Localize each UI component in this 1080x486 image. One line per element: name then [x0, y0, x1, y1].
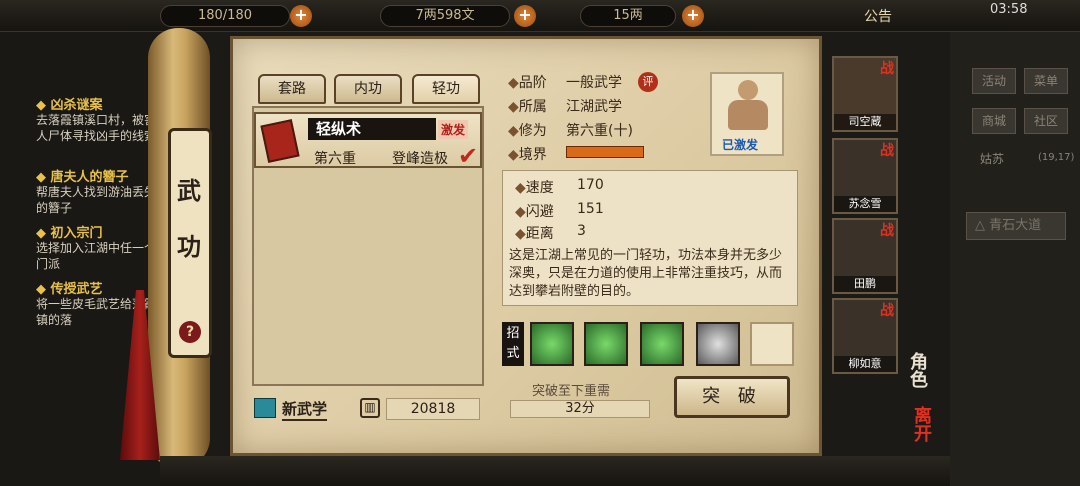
move-slot-2[interactable]	[584, 322, 628, 366]
add-money-button[interactable]: +	[514, 5, 536, 27]
move-slot-4[interactable]	[696, 322, 740, 366]
quest-title-1[interactable]: ◆ 凶杀谜案	[36, 94, 103, 113]
move-slot-1[interactable]	[530, 322, 574, 366]
quest-desc-2: 帮唐夫人找到游油丢失的簪子	[36, 185, 157, 215]
quest-desc-1: 去落霞镇溪口村，被害人尸体寻找凶手的线索	[36, 113, 157, 143]
quest-desc-3: 选择加入江湖中任一个门派	[36, 241, 157, 271]
role-button[interactable]: 角色	[904, 352, 930, 388]
speed-value: 170	[577, 177, 604, 193]
party-member-name: 柳如意	[834, 356, 896, 372]
skill-description: 这是江湖上常见的一门轻功，功法本身并无多少深奥，只是在力道的使用上非常注重技巧，…	[509, 248, 783, 299]
grade-label: ◆品阶	[508, 75, 547, 91]
breakthrough-need-value: 32分	[510, 400, 650, 418]
speed-label: ◆速度	[515, 180, 554, 196]
battle-tag: 战	[880, 143, 894, 159]
practice-value: 第六重(十)	[566, 123, 633, 139]
location-name: 姑苏	[980, 152, 1005, 166]
points-value: 20818	[386, 398, 480, 420]
stamina-display: 180/180	[160, 5, 290, 27]
shop-button[interactable]: 商城	[972, 108, 1016, 134]
party-member-name: 司空蔵	[834, 114, 896, 130]
review-badge[interactable]: 评	[638, 72, 658, 92]
gold-display: 15两	[580, 5, 676, 27]
quest-title-3[interactable]: ◆ 初入宗门	[36, 222, 103, 241]
help-button[interactable]: ?	[179, 321, 201, 343]
menu-button[interactable]: 菜单	[1024, 68, 1068, 94]
activated-label: 已激发	[722, 138, 759, 152]
realm-bar	[566, 146, 644, 158]
party-member-1[interactable]: 战 司空蔵	[832, 56, 898, 132]
dodge-value: 151	[577, 201, 604, 217]
bottom-nav-bar	[160, 456, 950, 486]
battle-tag: 战	[880, 303, 894, 319]
new-skill-link[interactable]: 新武学	[282, 398, 328, 421]
battle-tag: 战	[880, 61, 894, 77]
points-book-icon: ▥	[360, 398, 380, 418]
add-gold-button[interactable]: +	[682, 5, 704, 27]
notice-button[interactable]: 公告	[864, 6, 892, 26]
dodge-label: ◆闪避	[515, 204, 554, 220]
distance-label: ◆距离	[515, 226, 554, 242]
realm-label: ◆境界	[508, 147, 547, 163]
move-slot-5-empty[interactable]	[750, 322, 794, 366]
stats-box: ◆速度 170 ◆闪避 151 ◆距离 3 这是江湖上常见的一门轻功，功法本身并…	[502, 170, 798, 306]
practice-label: ◆修为	[508, 123, 547, 139]
book-icon	[260, 119, 300, 163]
activity-button[interactable]: 活动	[972, 68, 1016, 94]
tab-routine[interactable]: 套路	[258, 74, 326, 104]
party-member-3[interactable]: 战 田鹏	[832, 218, 898, 294]
activated-badge: 激发	[438, 120, 469, 139]
breakthrough-need-label: 突破至下重需	[532, 384, 611, 399]
skill-name: 轻纵术	[308, 118, 436, 140]
top-status-bar: 180/180 + 7两598文 + 15两 + 公告 03:58	[0, 0, 1080, 32]
move-slot-3[interactable]	[640, 322, 684, 366]
clock: 03:58	[990, 2, 1028, 17]
stance-portrait: 已激发	[710, 72, 784, 156]
stamina-value: 180/180	[197, 8, 252, 23]
tab-inner-skill[interactable]: 内功	[334, 74, 402, 104]
belong-value: 江湖武学	[566, 99, 622, 115]
gold-value: 15两	[613, 8, 643, 23]
figure-head-icon	[738, 80, 758, 100]
tab-light-skill[interactable]: 轻功	[412, 74, 480, 104]
quest-title-4[interactable]: ◆ 传授武艺	[36, 278, 103, 297]
moves-label: 招式	[502, 322, 524, 366]
belong-label: ◆所属	[508, 99, 547, 115]
skill-status: 登峰造极	[392, 151, 448, 167]
road-nav-item[interactable]: △ 青石大道	[966, 212, 1066, 240]
leave-button[interactable]: 离开	[908, 406, 934, 442]
skill-list-item[interactable]: 轻纵术 激发 第六重 登峰造极 ✔	[254, 112, 482, 170]
party-member-2[interactable]: 战 苏念雪	[832, 138, 898, 214]
distance-value: 3	[577, 223, 586, 239]
grade-value: 一般武学	[566, 75, 622, 91]
skill-level: 第六重	[314, 151, 356, 167]
party-member-name: 田鹏	[834, 276, 896, 292]
checkmark-icon: ✔	[458, 142, 479, 170]
scroll-label-panel: 武 功 ?	[168, 128, 212, 358]
battle-tag: 战	[880, 223, 894, 239]
party-member-4[interactable]: 战 柳如意	[832, 298, 898, 374]
location-coords: (19,17)	[1038, 152, 1075, 163]
party-member-name: 苏念雪	[834, 196, 896, 212]
breakthrough-button[interactable]: 突 破	[674, 376, 790, 418]
add-stamina-button[interactable]: +	[290, 5, 312, 27]
money-value: 7两598文	[415, 8, 475, 23]
money-display: 7两598文	[380, 5, 510, 27]
right-side-panel: 活动 菜单 商城 社区 姑苏 (19,17) △ 青石大道	[950, 32, 1080, 486]
new-skill-book-icon	[254, 398, 276, 418]
quest-title-2[interactable]: ◆ 唐夫人的簪子	[36, 166, 129, 185]
scroll-title: 武 功	[177, 177, 201, 261]
figure-body-icon	[728, 100, 768, 130]
community-button[interactable]: 社区	[1024, 108, 1068, 134]
